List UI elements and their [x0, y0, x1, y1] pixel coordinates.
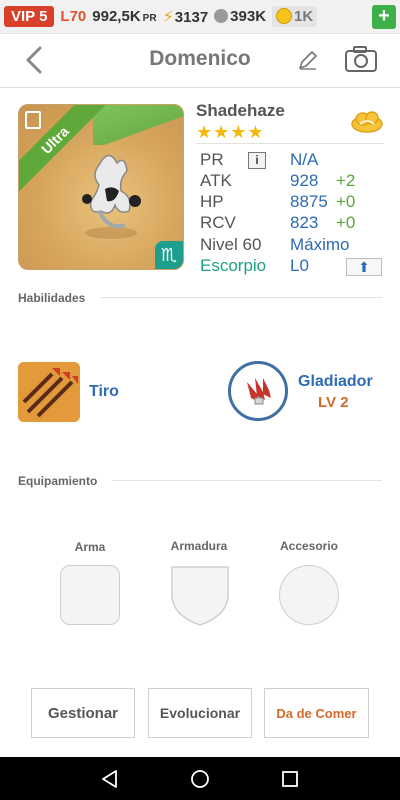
coin-value: 1K	[294, 8, 314, 25]
stat-row-pr: PR i N/A	[200, 150, 390, 172]
stat-value-hp: 8875	[290, 192, 328, 211]
cloud-icon[interactable]	[350, 108, 384, 134]
equipment-divider	[112, 480, 382, 481]
section-heading-abilities: Habilidades	[18, 291, 86, 305]
pr-value: 992,5K	[92, 8, 141, 25]
skill-icon[interactable]	[18, 362, 80, 422]
system-nav-bar	[0, 757, 400, 800]
stat-bonus-atk: +2	[336, 171, 356, 190]
stat-row-atk: ATK 928 +2	[200, 171, 390, 193]
vip-badge[interactable]: VIP 5	[4, 6, 55, 27]
header-divider	[0, 87, 400, 88]
stat-row-level: Nivel 60 Máximo	[200, 235, 390, 257]
nav-home-icon[interactable]	[190, 769, 210, 789]
armor-slot[interactable]	[170, 565, 230, 627]
paw-counter: 393K	[214, 8, 266, 25]
name-underline	[196, 143, 384, 144]
stat-value-zodiac: L0	[290, 256, 309, 275]
add-currency-button[interactable]: +	[372, 4, 396, 29]
status-bar: VIP 5 L70 992,5K PR ⚡3137 393K 1K +	[0, 0, 400, 34]
gladiator-level: LV 2	[318, 394, 349, 411]
nav-recents-icon[interactable]	[280, 769, 300, 789]
manage-button[interactable]: Gestionar	[31, 688, 135, 738]
player-level: L70	[60, 8, 87, 25]
paw-value: 393K	[230, 8, 267, 25]
character-name: Shadehaze	[196, 101, 285, 120]
rarity-stars: ★★★★	[196, 122, 265, 142]
paw-icon	[214, 9, 229, 23]
accessory-label: Accesorio	[279, 539, 339, 553]
pr-label: PR	[142, 13, 157, 24]
stat-label-level: Nivel 60	[200, 235, 262, 254]
grass-decoration	[93, 105, 183, 145]
coin-counter: 1K	[272, 6, 318, 27]
section-heading-equipment: Equipamiento	[18, 474, 98, 488]
stat-row-zodiac: Escorpio L0 ⬆	[200, 256, 390, 278]
gladiator-name[interactable]: Gladiador	[298, 373, 373, 391]
scorpio-icon: ♏	[155, 241, 183, 269]
stat-label-atk: ATK	[200, 171, 232, 190]
stat-value-level: Máximo	[290, 235, 350, 254]
gladiator-icon[interactable]	[228, 361, 288, 421]
stat-value-atk: 928	[290, 171, 319, 190]
stat-bonus-rcv: +0	[336, 213, 356, 232]
stat-row-rcv: RCV 823 +0	[200, 213, 390, 235]
accessory-slot[interactable]	[279, 565, 339, 625]
weapon-slot[interactable]	[60, 565, 120, 625]
evolve-button[interactable]: Evolucionar	[148, 688, 252, 738]
page-title: Domenico	[149, 47, 251, 70]
feed-button[interactable]: Da de Comer	[264, 688, 369, 738]
document-icon[interactable]	[25, 111, 41, 129]
arrows-icon	[18, 362, 80, 422]
lightning-icon: ⚡	[162, 8, 174, 26]
page-header: Domenico	[0, 34, 400, 86]
upgrade-zodiac-button[interactable]: ⬆	[346, 258, 382, 276]
claw-icon	[234, 367, 282, 415]
weapon-label: Arma	[74, 540, 106, 554]
energy-counter: ⚡3137	[163, 7, 209, 27]
stat-bonus-hp: +0	[336, 192, 356, 211]
stat-label-rcv: RCV	[200, 213, 236, 232]
stat-value-pr: N/A	[290, 150, 319, 169]
stat-value-rcv: 823	[290, 213, 319, 232]
info-button[interactable]: i	[248, 152, 266, 169]
stat-label-zodiac: Escorpio	[200, 256, 267, 275]
stat-label-hp: HP	[200, 192, 224, 211]
energy-value: 3137	[174, 8, 209, 26]
monster-image	[82, 154, 141, 239]
coin-icon	[276, 8, 293, 24]
pencil-icon[interactable]	[296, 48, 320, 72]
camera-icon[interactable]	[344, 44, 378, 74]
nav-back-icon[interactable]	[100, 769, 120, 789]
armor-label: Armadura	[170, 539, 228, 553]
skill-name[interactable]: Tiro	[89, 383, 119, 401]
stat-label-pr: PR	[200, 150, 224, 169]
abilities-divider	[100, 297, 382, 298]
player-pr: 992,5K PR	[92, 8, 156, 25]
stat-row-hp: HP 8875 +0	[200, 192, 390, 214]
character-portrait[interactable]: Ultra ♏	[18, 104, 184, 270]
